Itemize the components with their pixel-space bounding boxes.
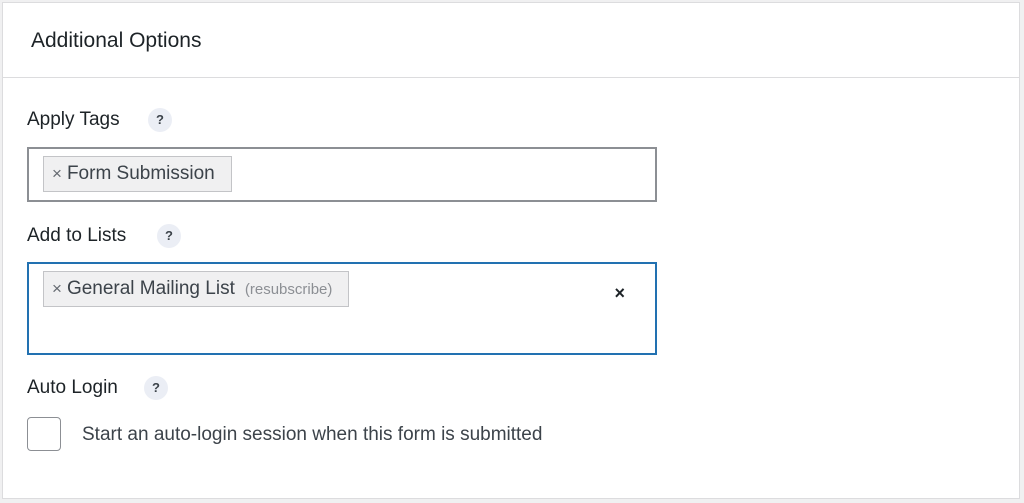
remove-tag-icon[interactable]: ×	[52, 164, 62, 184]
add-to-lists-label: Add to Lists	[27, 225, 127, 246]
apply-tags-label: Apply Tags	[27, 109, 120, 130]
list-chip-general-mailing-list: × General Mailing List (resubscribe)	[43, 271, 350, 307]
auto-login-checkbox-label[interactable]: Start an auto-login session when this fo…	[82, 424, 542, 446]
clear-selection-icon[interactable]: ×	[614, 283, 625, 304]
auto-login-checkbox[interactable]	[27, 417, 61, 451]
tag-chip-label: Form Submission	[66, 163, 215, 184]
auto-login-label: Auto Login	[27, 377, 118, 398]
add-to-lists-help-icon[interactable]: ?	[157, 224, 181, 248]
panel-header: Additional Options	[3, 3, 1019, 78]
panel-title: Additional Options	[31, 29, 202, 52]
list-chip-label: General Mailing List	[66, 278, 235, 299]
add-to-lists-select[interactable]: × General Mailing List (resubscribe) ×	[27, 262, 657, 355]
remove-list-icon[interactable]: ×	[52, 279, 62, 299]
apply-tags-select[interactable]: × Form Submission	[27, 147, 657, 202]
tag-chip-form-submission: × Form Submission	[43, 156, 232, 192]
list-chip-resubscribe-note: (resubscribe)	[244, 280, 333, 298]
auto-login-help-icon[interactable]: ?	[144, 376, 168, 400]
apply-tags-help-icon[interactable]: ?	[148, 108, 172, 132]
